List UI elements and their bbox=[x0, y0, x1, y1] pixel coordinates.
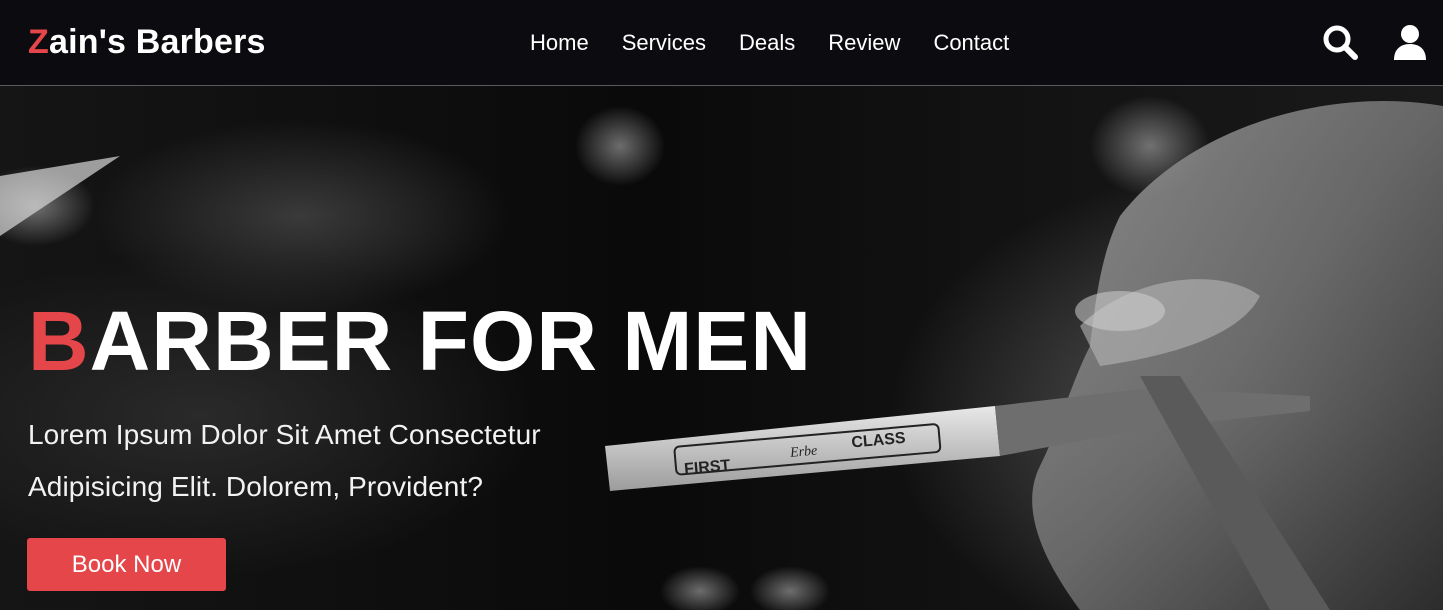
hero-subtitle-line-2: Adipisicing Elit. Dolorem, Provident? bbox=[28, 471, 484, 502]
nav-deals[interactable]: Deals bbox=[739, 28, 795, 58]
svg-text:Erbe: Erbe bbox=[789, 444, 818, 461]
site-header: Zain's Barbers Home Services Deals Revie… bbox=[0, 0, 1443, 86]
hero-section: FIRST Erbe CLASS BARBER FOR MEN Lorem Ip… bbox=[0, 86, 1443, 610]
nav-contact[interactable]: Contact bbox=[933, 28, 1009, 58]
nav-home[interactable]: Home bbox=[530, 28, 589, 58]
user-icon[interactable] bbox=[1390, 22, 1430, 62]
brand-logo[interactable]: Zain's Barbers bbox=[28, 22, 266, 62]
book-now-button[interactable]: Book Now bbox=[27, 538, 226, 591]
hero-subtitle-line-1: Lorem Ipsum Dolor Sit Amet Consectetur bbox=[28, 419, 541, 450]
hero-title-text: ARBER FOR MEN bbox=[89, 294, 812, 388]
nav-review[interactable]: Review bbox=[828, 28, 900, 58]
nav-services[interactable]: Services bbox=[622, 28, 706, 58]
search-icon[interactable] bbox=[1320, 22, 1360, 62]
hero-title-initial: B bbox=[28, 294, 90, 388]
hero-title: BARBER FOR MEN bbox=[28, 296, 812, 386]
hero-subtitle: Lorem Ipsum Dolor Sit Amet Consectetur A… bbox=[28, 409, 588, 513]
brand-logo-text: ain's Barbers bbox=[48, 23, 266, 61]
main-nav: Home Services Deals Review Contact bbox=[530, 28, 1042, 58]
brand-logo-initial: Z bbox=[28, 23, 49, 61]
